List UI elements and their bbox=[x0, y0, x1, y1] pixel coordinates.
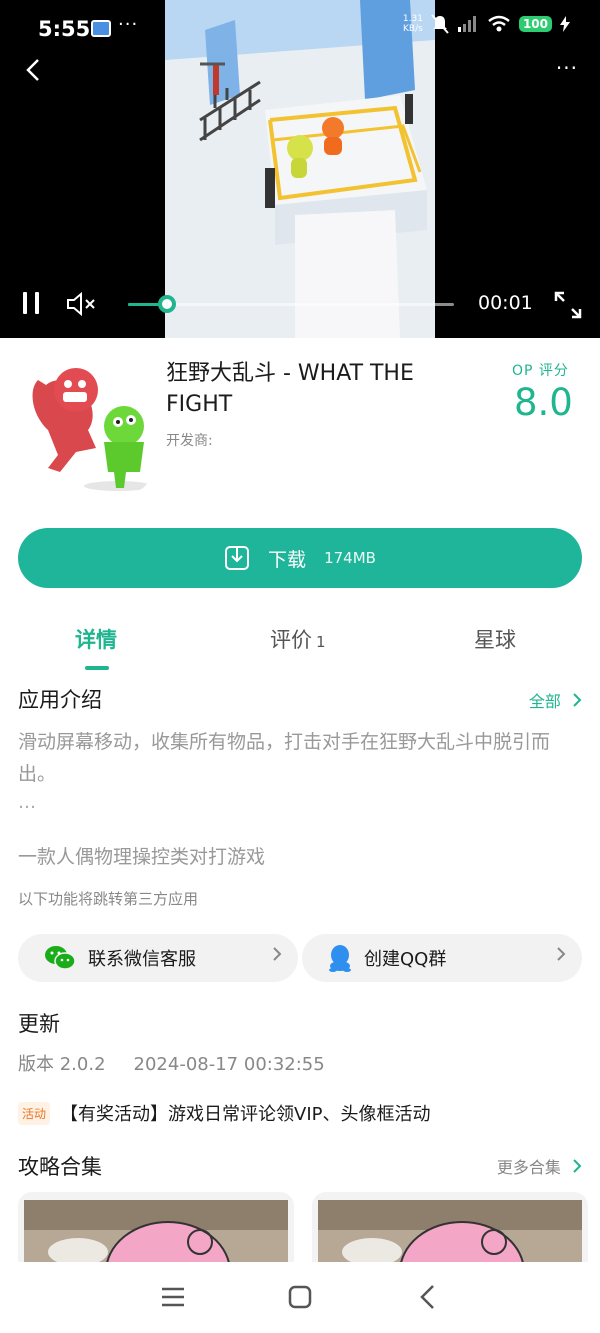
tab-bar: 详情 评价 1 星球 bbox=[0, 622, 600, 672]
download-label: 下载 bbox=[268, 548, 307, 571]
tab-planet[interactable]: 星球 bbox=[474, 624, 516, 654]
network-speed: 1.31 KB/s bbox=[403, 14, 423, 34]
status-icons: 1.31 KB/s 100 bbox=[403, 14, 570, 34]
event-row[interactable]: 活动 【有奖活动】游戏日常评论领VIP、头像框活动 bbox=[18, 1100, 431, 1126]
update-date: 2024-08-17 00:32:55 bbox=[133, 1054, 325, 1075]
version-info: 版本 2.0.2 2024-08-17 00:32:55 bbox=[18, 1050, 325, 1076]
download-icon bbox=[225, 546, 250, 570]
wechat-icon bbox=[45, 946, 76, 970]
video-progress-track[interactable] bbox=[128, 295, 454, 313]
video-more-icon[interactable]: ··· bbox=[556, 56, 578, 80]
guides-more-link[interactable]: 更多合集 bbox=[497, 1154, 582, 1178]
chevron-right-icon bbox=[573, 693, 582, 707]
tab-reviews-count: 1 bbox=[316, 633, 326, 651]
event-badge: 活动 bbox=[18, 1101, 51, 1125]
version-number: 版本 2.0.2 bbox=[18, 1054, 106, 1075]
signal-icon bbox=[457, 16, 476, 32]
download-size: 174MB bbox=[324, 549, 376, 567]
mute-bell-icon bbox=[431, 14, 449, 34]
status-time: 5:55 bbox=[38, 17, 91, 41]
tab-reviews[interactable]: 评价 1 bbox=[270, 624, 326, 654]
app-icon bbox=[18, 360, 151, 493]
back-arrow-icon[interactable] bbox=[26, 58, 40, 89]
network-speed-unit: KB/s bbox=[403, 24, 423, 34]
intro-ellipsis: … bbox=[18, 792, 36, 813]
video-progress-thumb[interactable] bbox=[158, 295, 177, 313]
intro-text: 滑动屏幕移动，收集所有物品，打击对手在狂野大乱斗中脱引而出。 bbox=[18, 731, 551, 785]
app-name: 狂野大乱斗 - WHAT THE FIGHT bbox=[166, 361, 414, 417]
video-elapsed-time: 00:01 bbox=[478, 292, 533, 314]
system-navigation-bar bbox=[0, 1262, 600, 1333]
developer-label: 开发商: bbox=[166, 433, 213, 449]
event-text: 【有奖活动】游戏日常评论领VIP、头像框活动 bbox=[60, 1104, 431, 1125]
third-party-note: 以下功能将跳转第三方应用 bbox=[18, 890, 199, 908]
create-qq-group-label: 创建QQ群 bbox=[364, 949, 447, 970]
chevron-right-icon bbox=[557, 947, 566, 961]
tab-reviews-label: 评价 bbox=[270, 628, 312, 652]
charging-icon bbox=[560, 16, 570, 32]
chevron-right-icon bbox=[573, 1159, 582, 1173]
notification-app-icon bbox=[91, 20, 111, 37]
pause-button[interactable] bbox=[22, 292, 40, 314]
intro-all-link[interactable]: 全部 bbox=[529, 688, 582, 712]
wechat-service-label: 联系微信客服 bbox=[88, 949, 196, 970]
video-controls: 00:01 bbox=[0, 282, 600, 326]
menu-icon[interactable] bbox=[158, 1282, 188, 1312]
intro-all-label: 全部 bbox=[528, 692, 561, 711]
fullscreen-icon[interactable] bbox=[553, 290, 583, 320]
back-icon[interactable] bbox=[414, 1282, 444, 1312]
wifi-icon bbox=[488, 15, 510, 32]
create-qq-group-button[interactable]: 创建QQ群 bbox=[302, 934, 582, 982]
download-button[interactable]: 下载 174MB bbox=[18, 528, 582, 588]
tab-details[interactable]: 详情 bbox=[75, 624, 117, 654]
qq-icon bbox=[329, 945, 351, 972]
intro-title: 应用介绍 bbox=[18, 688, 102, 712]
guides-more-label: 更多合集 bbox=[496, 1158, 561, 1177]
score-label: OP 评分 bbox=[512, 363, 569, 379]
wechat-service-button[interactable]: 联系微信客服 bbox=[18, 934, 298, 982]
battery-indicator: 100 bbox=[518, 16, 552, 32]
home-icon[interactable] bbox=[285, 1282, 315, 1312]
score-value: 8.0 bbox=[514, 381, 573, 424]
status-more-icon: ··· bbox=[118, 14, 139, 35]
mute-speaker-icon[interactable] bbox=[66, 291, 98, 317]
video-player[interactable]: 5:55 ··· 1.31 KB/s 100 ··· 00:01 bbox=[0, 0, 600, 338]
update-title: 更新 bbox=[18, 1012, 60, 1036]
active-tab-indicator bbox=[85, 666, 109, 670]
chevron-right-icon bbox=[273, 947, 282, 961]
network-speed-value: 1.31 bbox=[402, 14, 423, 24]
guides-title: 攻略合集 bbox=[18, 1155, 102, 1179]
intro-subdescription: 一款人偶物理操控类对打游戏 bbox=[18, 846, 266, 868]
